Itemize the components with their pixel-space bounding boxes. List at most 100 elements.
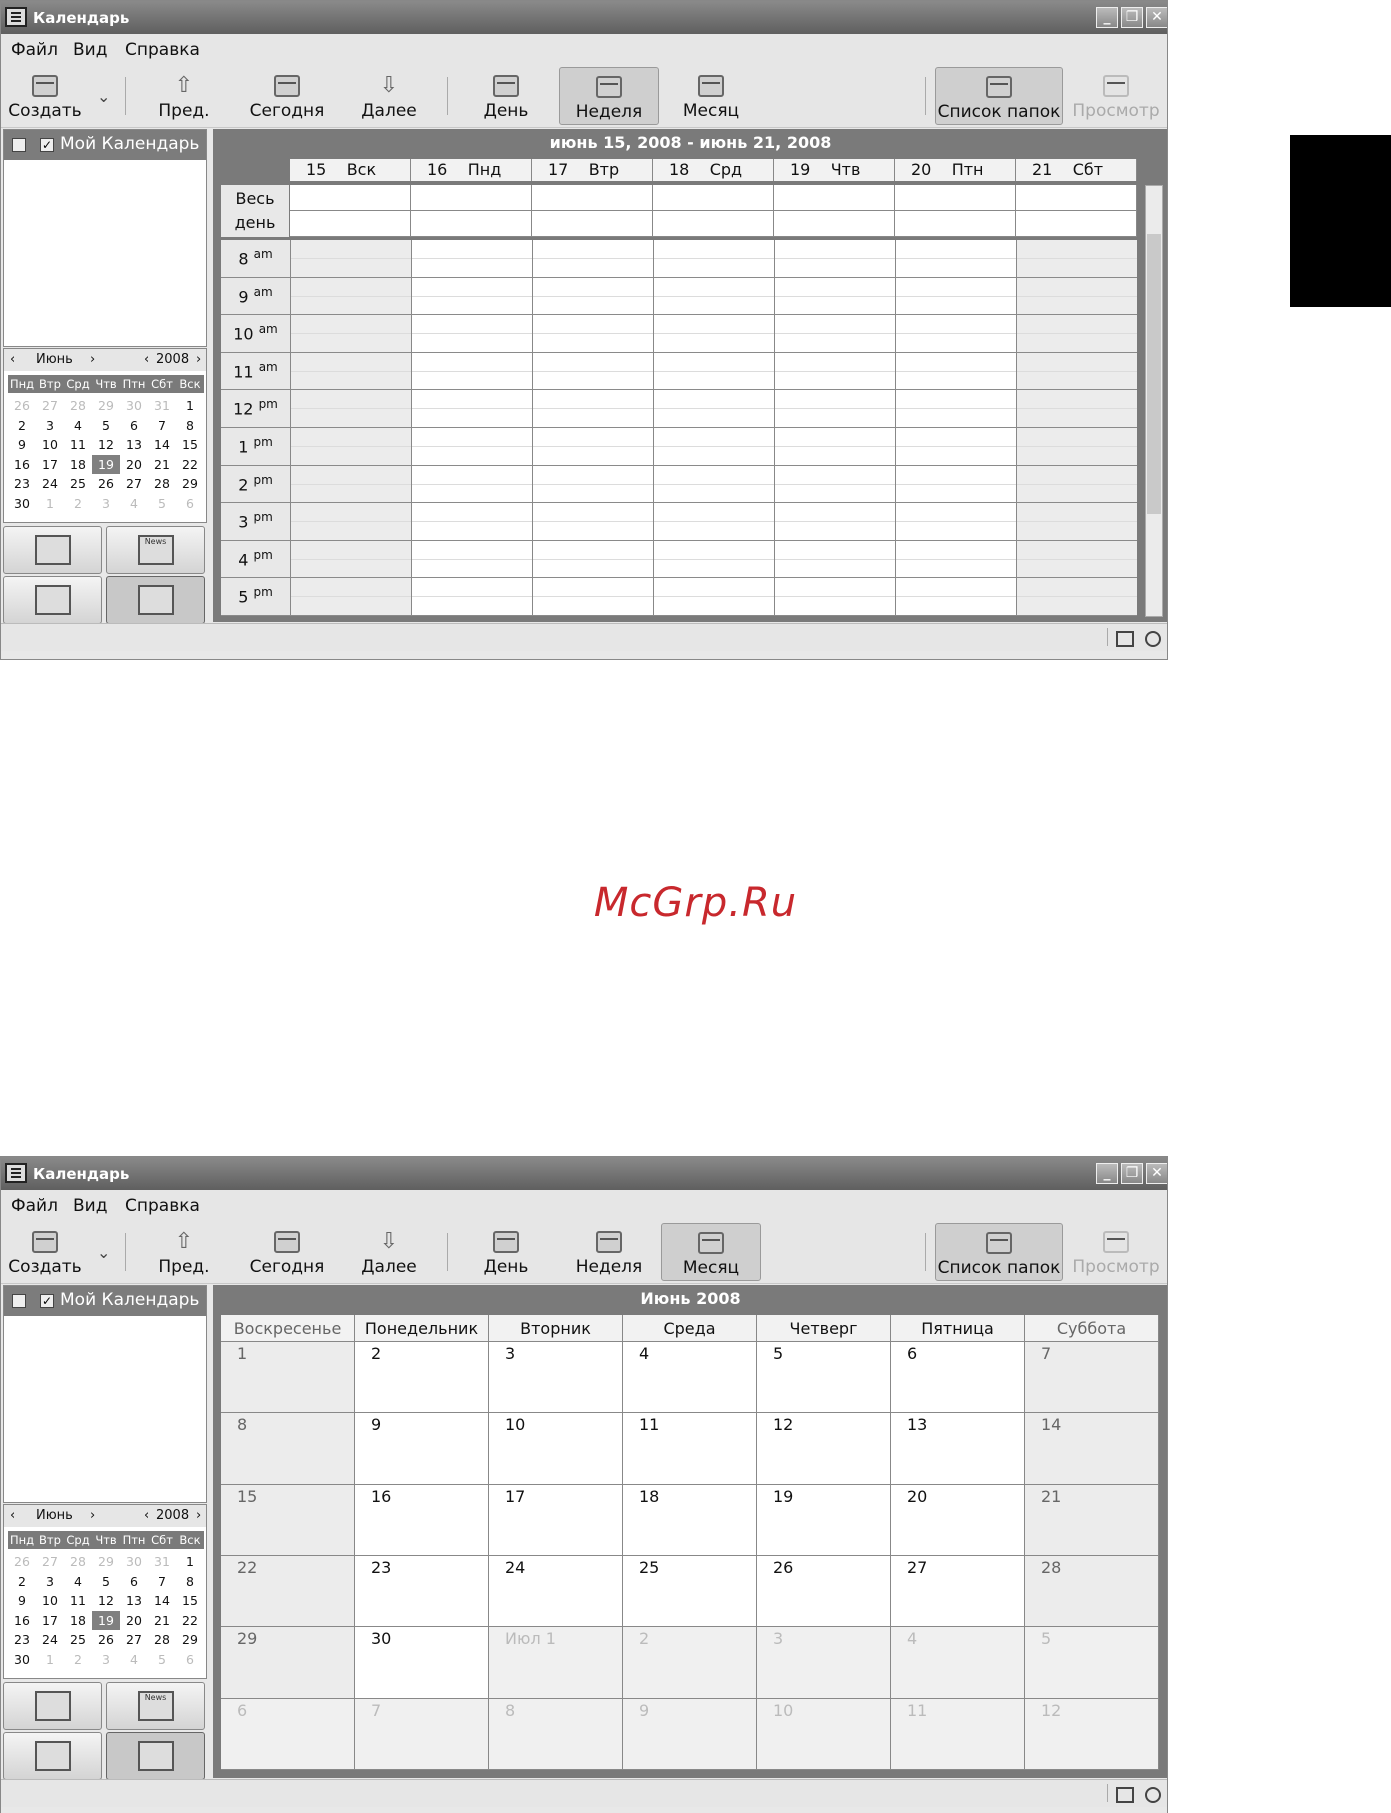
menu-item-view[interactable]: Вид <box>73 40 107 60</box>
mini-day[interactable]: 28 <box>64 396 92 416</box>
mini-day[interactable]: 1 <box>176 1552 204 1572</box>
week-view-button[interactable]: Неделя <box>559 67 659 125</box>
time-slot-cell[interactable] <box>774 540 895 578</box>
mini-day[interactable]: 27 <box>120 1630 148 1650</box>
month-day-cell[interactable]: 12 <box>1025 1698 1159 1770</box>
time-slot-cell[interactable] <box>895 315 1016 352</box>
today-button[interactable]: Сегодня <box>243 1223 331 1281</box>
mail-button[interactable] <box>3 526 102 574</box>
folder-list-button[interactable]: Список папок <box>935 67 1063 125</box>
mini-day[interactable]: 31 <box>148 396 176 416</box>
mini-day[interactable]: 7 <box>148 416 176 436</box>
mini-prev-month-button[interactable]: ‹ <box>10 1508 15 1523</box>
time-slot-cell[interactable] <box>411 315 532 352</box>
mini-day[interactable]: 4 <box>64 416 92 436</box>
mini-day[interactable]: 11 <box>64 435 92 455</box>
all-day-cell[interactable] <box>1016 185 1137 237</box>
mini-day[interactable]: 6 <box>176 494 204 514</box>
mini-day[interactable]: 10 <box>36 1591 64 1611</box>
all-day-cell[interactable] <box>290 185 411 237</box>
month-day-cell[interactable]: 11 <box>891 1698 1025 1770</box>
month-day-cell[interactable]: 2 <box>623 1627 757 1699</box>
time-slot-cell[interactable] <box>653 465 774 503</box>
all-day-cell[interactable] <box>774 185 895 237</box>
minimize-button[interactable]: _ <box>1096 1163 1118 1184</box>
time-slot-cell[interactable] <box>895 352 1016 390</box>
month-day-cell[interactable]: 7 <box>1025 1342 1159 1414</box>
calendar-visible-checkbox[interactable]: ✓ <box>40 138 54 152</box>
time-slot-cell[interactable] <box>411 540 532 578</box>
mini-day[interactable]: 14 <box>148 1591 176 1611</box>
time-slot-cell[interactable] <box>290 578 411 615</box>
month-day-cell[interactable]: 4 <box>891 1627 1025 1699</box>
month-day-cell[interactable]: 10 <box>489 1413 623 1485</box>
time-slot-cell[interactable] <box>774 465 895 503</box>
mini-day[interactable]: 5 <box>92 1572 120 1592</box>
vertical-scrollbar[interactable] <box>1145 185 1163 617</box>
preview-button[interactable]: Просмотр <box>1067 1223 1165 1281</box>
time-slot-cell[interactable] <box>653 315 774 352</box>
time-slot-cell[interactable] <box>411 352 532 390</box>
mini-day[interactable]: 27 <box>120 474 148 494</box>
mini-day[interactable]: 2 <box>64 1650 92 1670</box>
close-button[interactable]: ✕ <box>1146 7 1167 28</box>
create-button[interactable]: Создать <box>3 67 87 125</box>
time-slot-cell[interactable] <box>532 240 653 277</box>
all-day-cell[interactable] <box>532 185 653 237</box>
time-slot-cell[interactable] <box>532 390 653 427</box>
mini-day[interactable]: 9 <box>8 1591 36 1611</box>
mini-day[interactable]: 20 <box>120 1611 148 1631</box>
week-day-column-header[interactable]: 16 Пнд <box>411 159 532 181</box>
time-slot-cell[interactable] <box>653 503 774 540</box>
mini-day[interactable]: 22 <box>176 455 204 475</box>
mini-day[interactable]: 17 <box>36 455 64 475</box>
mini-day[interactable]: 5 <box>92 416 120 436</box>
time-slot-cell[interactable] <box>774 503 895 540</box>
week-day-column-header[interactable]: 18 Срд <box>653 159 774 181</box>
mini-day[interactable]: 18 <box>64 1611 92 1631</box>
month-day-cell[interactable]: 18 <box>623 1484 757 1556</box>
next-button[interactable]: ⇩ Далее <box>351 67 427 125</box>
time-slot-cell[interactable] <box>653 277 774 315</box>
news-button[interactable]: News <box>106 1682 205 1730</box>
month-day-cell[interactable]: 30 <box>355 1627 489 1699</box>
week-view-button[interactable]: Неделя <box>559 1223 659 1281</box>
mini-day[interactable]: 12 <box>92 1591 120 1611</box>
time-slot-cell[interactable] <box>895 465 1016 503</box>
time-slot-cell[interactable] <box>774 390 895 427</box>
mini-day[interactable]: 22 <box>176 1611 204 1631</box>
mini-day[interactable]: 3 <box>36 1572 64 1592</box>
month-day-cell[interactable]: 25 <box>623 1556 757 1628</box>
mini-day[interactable]: 5 <box>148 494 176 514</box>
time-slot-cell[interactable] <box>532 503 653 540</box>
mini-day[interactable]: 3 <box>92 1650 120 1670</box>
news-button[interactable]: News <box>106 526 205 574</box>
mini-day[interactable]: 25 <box>64 1630 92 1650</box>
mini-day[interactable]: 24 <box>36 1630 64 1650</box>
today-button[interactable]: Сегодня <box>243 67 331 125</box>
month-day-cell[interactable]: 5 <box>757 1342 891 1414</box>
mini-day[interactable]: 24 <box>36 474 64 494</box>
time-slot-cell[interactable] <box>774 428 895 465</box>
time-slot-cell[interactable] <box>895 240 1016 277</box>
month-day-cell[interactable]: 15 <box>221 1484 355 1556</box>
month-day-cell[interactable]: 22 <box>221 1556 355 1628</box>
time-slot-cell[interactable] <box>532 540 653 578</box>
mini-day[interactable]: 19 <box>92 1610 120 1630</box>
mini-day[interactable]: 1 <box>36 494 64 514</box>
time-slot-cell[interactable] <box>532 578 653 615</box>
time-slot-cell[interactable] <box>895 540 1016 578</box>
month-day-cell[interactable]: 3 <box>757 1627 891 1699</box>
mini-day[interactable]: 5 <box>148 1650 176 1670</box>
time-slot-cell[interactable] <box>290 540 411 578</box>
month-day-cell[interactable]: 6 <box>891 1342 1025 1414</box>
time-slot-cell[interactable] <box>653 240 774 277</box>
mini-day[interactable]: 1 <box>176 396 204 416</box>
month-view-button[interactable]: Месяц <box>661 1223 761 1281</box>
month-day-cell[interactable]: 3 <box>489 1342 623 1414</box>
mini-day[interactable]: 12 <box>92 435 120 455</box>
month-day-cell[interactable]: 7 <box>355 1698 489 1770</box>
create-dropdown-icon[interactable]: ⌄ <box>97 87 110 106</box>
time-slot-cell[interactable] <box>774 578 895 615</box>
month-day-cell[interactable]: 27 <box>891 1556 1025 1628</box>
